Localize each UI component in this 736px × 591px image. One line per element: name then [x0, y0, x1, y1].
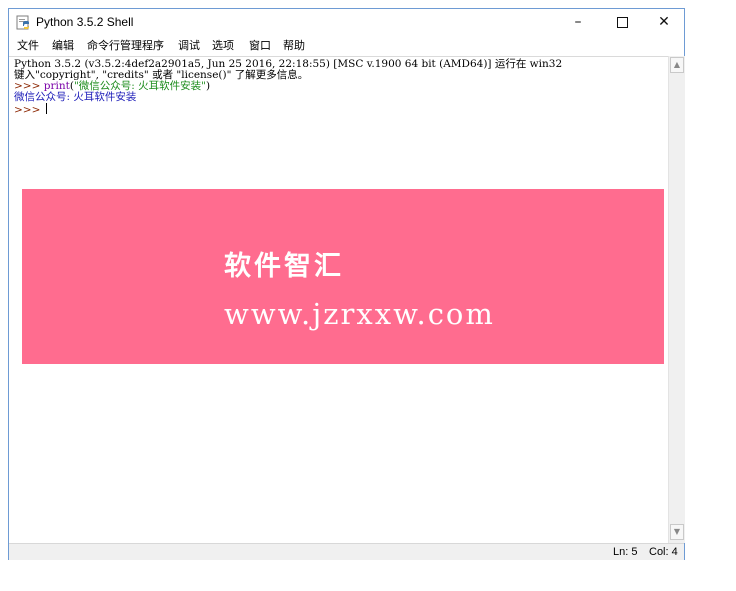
watermark-banner: 软件智汇 www.jzrxxw.com [22, 189, 664, 364]
command-close-paren: ) [205, 80, 211, 92]
menu-help[interactable]: 帮助 [281, 38, 307, 54]
minimize-button[interactable]: – [556, 9, 600, 36]
status-column-number: Col: 4 [649, 546, 678, 558]
banner-url: www.jzrxxw.com [224, 297, 495, 331]
shell-prompt: >>> [14, 104, 44, 116]
scroll-down-arrow-icon[interactable]: ▼ [670, 524, 684, 540]
menu-debug[interactable]: 调试 [176, 38, 202, 54]
input-line[interactable]: >>> [14, 103, 47, 116]
vertical-scrollbar[interactable]: ▲ ▼ [668, 56, 685, 543]
menu-bar: 文件 编辑 命令行管理程序 调试 选项 窗口 帮助 [9, 36, 684, 56]
close-button[interactable]: ✕ [642, 9, 686, 36]
banner-title: 软件智汇 [224, 251, 344, 282]
status-line-number: Ln: 5 [613, 546, 638, 558]
title-bar[interactable]: Python 3.5.2 Shell – ✕ [9, 9, 684, 36]
maximize-button[interactable] [600, 9, 644, 36]
menu-window[interactable]: 窗口 [247, 38, 273, 54]
command-output: 微信公众号: 火耳软件安装 [14, 91, 137, 103]
python-idle-icon [16, 15, 31, 30]
status-bar: Ln: 5 Col: 4 [9, 543, 684, 560]
window-title: Python 3.5.2 Shell [36, 15, 134, 29]
menu-options[interactable]: 选项 [210, 38, 236, 54]
text-cursor [45, 103, 47, 114]
scroll-up-arrow-icon[interactable]: ▲ [670, 57, 684, 73]
menu-shell[interactable]: 命令行管理程序 [85, 38, 166, 54]
menu-edit[interactable]: 编辑 [50, 38, 76, 54]
menu-file[interactable]: 文件 [15, 38, 41, 54]
maximize-icon [616, 16, 628, 28]
